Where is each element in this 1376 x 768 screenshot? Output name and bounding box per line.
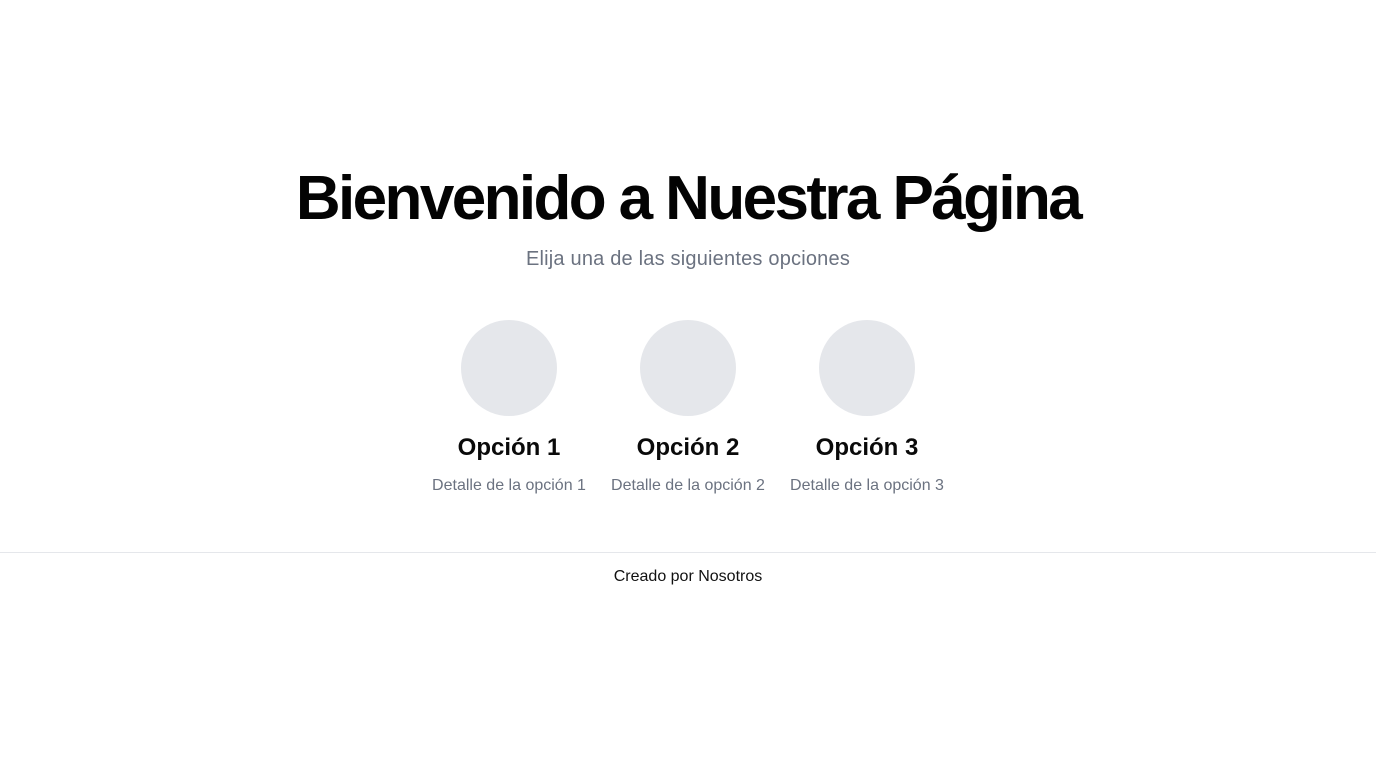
option-card-3[interactable]: Opción 3 Detalle de la opción 3 [786, 320, 949, 498]
page-title: Bienvenido a Nuestra Página [295, 164, 1083, 233]
option-detail: Detalle de la opción 3 [790, 477, 944, 494]
option-title: Opción 2 [636, 434, 740, 461]
option-image-placeholder [461, 320, 557, 416]
option-title: Opción 3 [815, 434, 919, 461]
hero-section: Bienvenido a Nuestra Página Elija una de… [0, 160, 1376, 273]
option-card-1[interactable]: Opción 1 Detalle de la opción 1 [428, 320, 591, 498]
page-footer: Creado por Nosotros [0, 552, 1376, 589]
footer-credit: Creado por Nosotros [613, 568, 763, 585]
option-card-2[interactable]: Opción 2 Detalle de la opción 2 [607, 320, 770, 498]
option-image-placeholder [819, 320, 915, 416]
option-image-placeholder [640, 320, 736, 416]
options-list: Opción 1 Detalle de la opción 1 Opción 2… [0, 320, 1376, 498]
option-title: Opción 1 [457, 434, 561, 461]
option-detail: Detalle de la opción 2 [611, 477, 765, 494]
page-subtitle: Elija una de las siguientes opciones [525, 248, 851, 270]
option-detail: Detalle de la opción 1 [432, 477, 586, 494]
